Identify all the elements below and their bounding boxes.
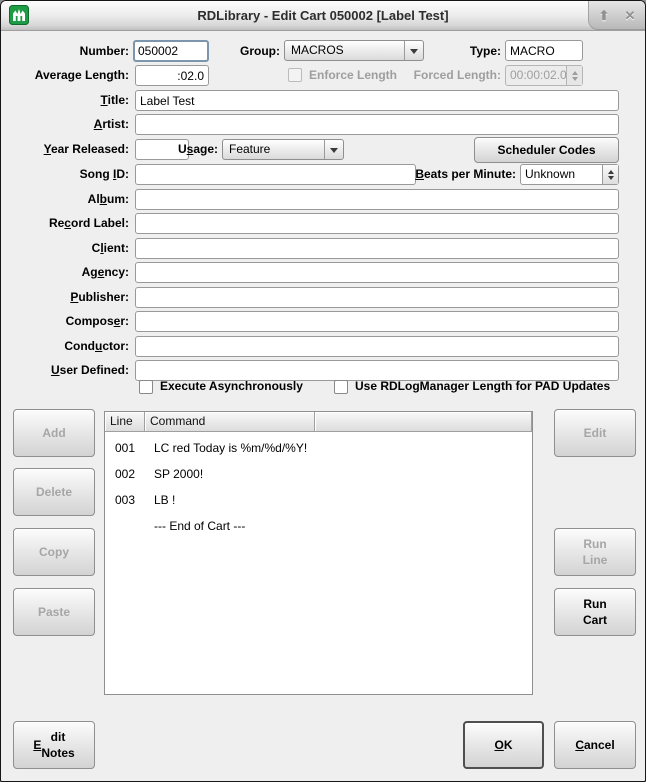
album-label: Album: bbox=[1, 189, 129, 210]
shade-button[interactable]: ⬆ bbox=[593, 4, 615, 26]
end-of-cart-marker: --- End of Cart --- bbox=[145, 519, 245, 533]
run-cart-button[interactable]: Run Cart bbox=[554, 588, 636, 636]
spinner-arrows-icon[interactable] bbox=[566, 66, 582, 85]
usage-select[interactable]: Feature bbox=[222, 139, 344, 160]
artist-label: Artist: bbox=[1, 114, 129, 135]
execute-async-label: Execute Asynchronously bbox=[160, 376, 303, 397]
average-length-label: Average Length: bbox=[1, 65, 129, 86]
forced-length-value: 00:00:02.0 bbox=[506, 66, 566, 85]
title-input[interactable] bbox=[135, 90, 619, 111]
macro-line-number: 001 bbox=[105, 441, 145, 455]
usage-value: Feature bbox=[223, 140, 324, 159]
ok-button[interactable]: OK bbox=[463, 721, 544, 769]
macro-line-number: 002 bbox=[105, 467, 145, 481]
album-input[interactable] bbox=[135, 189, 619, 210]
copy-button[interactable]: Copy bbox=[13, 528, 95, 576]
delete-button[interactable]: Delete bbox=[13, 468, 95, 516]
edit-notes-button[interactable]: Edit Notes bbox=[13, 721, 95, 769]
number-label: Number: bbox=[1, 41, 129, 62]
composer-input[interactable] bbox=[135, 311, 619, 332]
client-label: Client: bbox=[1, 238, 129, 259]
agency-label: Agency: bbox=[1, 262, 129, 283]
enforce-length-checkbox[interactable] bbox=[288, 68, 302, 82]
agency-input[interactable] bbox=[135, 262, 619, 283]
beats-per-minute-value: Unknown bbox=[521, 165, 602, 184]
close-icon: ✕ bbox=[625, 9, 636, 22]
macro-command: SP 2000! bbox=[145, 467, 203, 481]
title-label: Title: bbox=[1, 90, 129, 111]
window-title: RDLibrary - Edit Cart 050002 [Label Test… bbox=[1, 1, 645, 30]
run-line-button[interactable]: Run Line bbox=[554, 528, 636, 576]
scheduler-codes-button[interactable]: Scheduler Codes bbox=[474, 137, 619, 163]
average-length-input[interactable] bbox=[135, 65, 209, 86]
macro-table: Line Command 001 LC red Today is %m/%d/%… bbox=[104, 411, 533, 695]
beats-per-minute-spinbox[interactable]: Unknown bbox=[520, 164, 619, 185]
add-button[interactable]: Add bbox=[13, 409, 95, 457]
close-button[interactable]: ✕ bbox=[619, 4, 641, 26]
pad-updates-checkbox[interactable] bbox=[334, 380, 348, 394]
beats-per-minute-label: Beats per Minute: bbox=[341, 164, 516, 185]
macro-line-number: 003 bbox=[105, 493, 145, 507]
publisher-label: Publisher: bbox=[1, 287, 129, 308]
window-controls: ⬆ ✕ bbox=[588, 1, 645, 30]
macro-row[interactable]: 001 LC red Today is %m/%d/%Y! bbox=[105, 435, 532, 461]
paste-button[interactable]: Paste bbox=[13, 588, 95, 636]
spinner-arrows-icon[interactable] bbox=[602, 165, 618, 184]
macro-command: LB ! bbox=[145, 493, 175, 507]
conductor-input[interactable] bbox=[135, 336, 619, 357]
edit-cart-dialog: RDLibrary - Edit Cart 050002 [Label Test… bbox=[0, 0, 646, 782]
group-label: Group: bbox=[181, 41, 280, 62]
macro-table-header: Line Command bbox=[105, 412, 532, 432]
record-label-input[interactable] bbox=[135, 213, 619, 234]
titlebar[interactable]: RDLibrary - Edit Cart 050002 [Label Test… bbox=[1, 1, 645, 31]
column-header-command[interactable]: Command bbox=[145, 412, 315, 432]
group-value: MACROS bbox=[285, 41, 404, 60]
execute-async-checkbox[interactable] bbox=[139, 380, 153, 394]
macro-row[interactable]: 002 SP 2000! bbox=[105, 461, 532, 487]
client-input[interactable] bbox=[135, 238, 619, 259]
forced-length-label: Forced Length: bbox=[371, 65, 501, 86]
edit-button[interactable]: Edit bbox=[554, 409, 636, 457]
artist-input[interactable] bbox=[135, 114, 619, 135]
usage-label: Usage: bbox=[125, 139, 218, 160]
conductor-label: Conductor: bbox=[1, 336, 129, 357]
year-released-label: Year Released: bbox=[1, 139, 129, 160]
cancel-button[interactable]: Cancel bbox=[554, 721, 636, 769]
forced-length-spinbox[interactable]: 00:00:02.0 bbox=[505, 65, 583, 86]
type-input[interactable] bbox=[505, 40, 583, 61]
user-defined-label: User Defined: bbox=[1, 360, 129, 381]
publisher-input[interactable] bbox=[135, 287, 619, 308]
song-id-label: Song ID: bbox=[1, 164, 129, 185]
composer-label: Composer: bbox=[1, 311, 129, 332]
type-label: Type: bbox=[401, 41, 501, 62]
record-label-label: Record Label: bbox=[1, 213, 129, 234]
shade-icon: ⬆ bbox=[599, 9, 610, 22]
macro-row[interactable]: 003 LB ! bbox=[105, 487, 532, 513]
column-header-extra[interactable] bbox=[315, 412, 532, 432]
pad-updates-label: Use RDLogManager Length for PAD Updates bbox=[355, 376, 610, 397]
end-of-cart-row[interactable]: --- End of Cart --- bbox=[105, 513, 532, 539]
column-header-line[interactable]: Line bbox=[105, 412, 145, 432]
chevron-down-icon bbox=[324, 140, 343, 159]
macro-command: LC red Today is %m/%d/%Y! bbox=[145, 441, 307, 455]
